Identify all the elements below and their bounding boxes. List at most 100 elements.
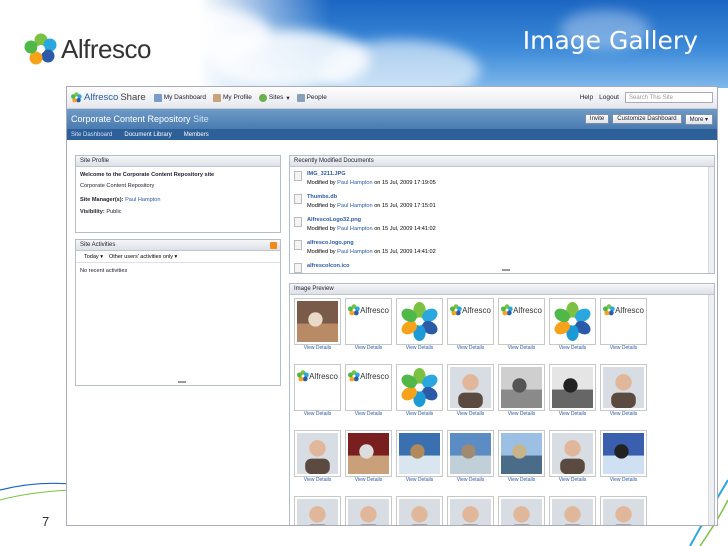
- document-name-link[interactable]: AlfrescoLogo32.png: [307, 216, 436, 225]
- image-thumbnail[interactable]: View Details: [498, 364, 545, 417]
- alfresco-flower-icon: [450, 304, 462, 316]
- scrollbar[interactable]: [708, 295, 714, 525]
- view-details-link[interactable]: View Details: [447, 345, 494, 352]
- view-details-link[interactable]: View Details: [447, 477, 494, 484]
- image-thumbnail[interactable]: View Details: [345, 430, 392, 483]
- chevron-down-icon: ▾: [100, 253, 103, 260]
- scrollbar[interactable]: [708, 167, 714, 273]
- site-title-bar: Corporate Content Repository Site Invite…: [67, 109, 717, 129]
- view-details-link[interactable]: View Details: [549, 477, 596, 484]
- view-details-link[interactable]: View Details: [447, 411, 494, 418]
- view-details-link[interactable]: View Details: [345, 411, 392, 418]
- resize-grip-icon[interactable]: [502, 269, 510, 271]
- view-details-link[interactable]: View Details: [549, 345, 596, 352]
- image-thumbnail[interactable]: View Details: [498, 430, 545, 483]
- tab-members[interactable]: Members: [184, 132, 209, 138]
- more-button[interactable]: More ▾: [684, 113, 713, 125]
- view-details-link[interactable]: View Details: [600, 411, 647, 418]
- image-thumbnail[interactable]: [345, 496, 392, 525]
- document-icon: [294, 194, 302, 204]
- image-thumbnail[interactable]: Alfresco View Details: [345, 364, 392, 417]
- document-icon: [294, 263, 302, 273]
- tab-document-library[interactable]: Document Library: [124, 132, 171, 138]
- image-thumbnail[interactable]: [549, 496, 596, 525]
- list-item[interactable]: AlfrescoLogo32.png Modified by Paul Hampt…: [290, 213, 714, 236]
- filter-other-users[interactable]: Other users' activities only ▾: [109, 254, 177, 260]
- view-details-link[interactable]: View Details: [345, 345, 392, 352]
- list-item[interactable]: alfresco.logo.png Modified by Paul Hampto…: [290, 236, 714, 259]
- image-thumbnail[interactable]: [294, 496, 341, 525]
- modified-by-label: Modified by: [307, 180, 336, 186]
- customize-dashboard-button[interactable]: Customize Dashboard: [612, 114, 682, 124]
- view-details-link[interactable]: View Details: [498, 345, 545, 352]
- image-thumbnail[interactable]: Alfresco View Details: [294, 364, 341, 417]
- image-thumbnail[interactable]: View Details: [396, 430, 443, 483]
- nav-sites[interactable]: Sites ▾: [258, 93, 290, 102]
- site-description: Corporate Content Repository: [80, 183, 155, 189]
- image-thumbnail[interactable]: View Details: [294, 430, 341, 483]
- image-thumbnail[interactable]: View Details: [549, 364, 596, 417]
- rss-icon[interactable]: [270, 242, 277, 249]
- view-details-link[interactable]: View Details: [498, 477, 545, 484]
- modifier-link[interactable]: Paul Hampton: [337, 180, 372, 186]
- document-name-link[interactable]: IMG_3211.JPG: [307, 170, 436, 179]
- view-details-link[interactable]: View Details: [345, 477, 392, 484]
- view-details-link[interactable]: View Details: [396, 477, 443, 484]
- search-input[interactable]: Search This Site: [625, 92, 713, 103]
- image-thumbnail[interactable]: View Details: [549, 430, 596, 483]
- image-thumbnail[interactable]: View Details: [447, 364, 494, 417]
- tab-site-dashboard[interactable]: Site Dashboard: [71, 132, 112, 138]
- photo-thumbnail: [297, 433, 338, 474]
- image-thumbnail[interactable]: View Details: [447, 430, 494, 483]
- modifier-link[interactable]: Paul Hampton: [337, 226, 372, 232]
- filter-today[interactable]: Today ▾: [84, 254, 103, 260]
- logout-link[interactable]: Logout: [599, 94, 619, 101]
- invite-button[interactable]: Invite: [584, 114, 610, 124]
- nav-my-profile[interactable]: My Profile: [212, 93, 252, 102]
- image-thumbnail[interactable]: View Details: [396, 364, 443, 417]
- document-name-link[interactable]: alfresco.logo.png: [307, 239, 436, 248]
- view-details-link[interactable]: View Details: [396, 411, 443, 418]
- list-item[interactable]: IMG_3211.JPG Modified by Paul Hampton on …: [290, 167, 714, 190]
- image-thumbnail[interactable]: [396, 496, 443, 525]
- recent-docs-panel: Recently Modified Documents IMG_3211.JPG…: [289, 155, 715, 274]
- image-thumbnail[interactable]: View Details: [294, 298, 341, 351]
- view-details-link[interactable]: View Details: [294, 411, 341, 418]
- view-details-link[interactable]: View Details: [498, 411, 545, 418]
- image-thumbnail[interactable]: View Details: [396, 298, 443, 351]
- view-details-link[interactable]: View Details: [294, 345, 341, 352]
- view-details-link[interactable]: View Details: [600, 345, 647, 352]
- share-logo[interactable]: Alfresco Share: [71, 92, 146, 103]
- document-name-link[interactable]: alfrescoIcon.ico: [307, 262, 350, 271]
- resize-grip-icon[interactable]: [178, 381, 186, 383]
- modifier-link[interactable]: Paul Hampton: [337, 249, 372, 255]
- image-thumbnail[interactable]: Alfresco View Details: [345, 298, 392, 351]
- image-thumbnail[interactable]: Alfresco View Details: [600, 298, 647, 351]
- view-details-link[interactable]: View Details: [294, 477, 341, 484]
- image-thumbnail[interactable]: [498, 496, 545, 525]
- image-thumbnail[interactable]: [600, 496, 647, 525]
- site-activities-panel: Site Activities Today ▾ Other users' act…: [75, 239, 281, 386]
- site-subnav: Site Dashboard Document Library Members: [67, 129, 717, 140]
- view-details-link[interactable]: View Details: [396, 345, 443, 352]
- list-item[interactable]: Thumbs.db Modified by Paul Hampton on 15 …: [290, 190, 714, 213]
- image-thumbnail[interactable]: View Details: [600, 364, 647, 417]
- image-thumbnail[interactable]: Alfresco View Details: [498, 298, 545, 351]
- image-thumbnail[interactable]: View Details: [600, 430, 647, 483]
- site-manager-link[interactable]: Paul Hampton: [125, 197, 160, 203]
- view-details-link[interactable]: View Details: [600, 477, 647, 484]
- image-thumbnail[interactable]: View Details: [549, 298, 596, 351]
- alfresco-logo-thumb: Alfresco: [297, 367, 338, 383]
- chevron-down-icon[interactable]: ▾: [286, 94, 289, 102]
- image-thumbnail[interactable]: Alfresco View Details: [447, 298, 494, 351]
- help-link[interactable]: Help: [580, 94, 593, 101]
- document-name-link[interactable]: Thumbs.db: [307, 193, 436, 202]
- modified-by-label: Modified by: [307, 203, 336, 209]
- nav-people[interactable]: People: [296, 93, 327, 102]
- image-thumbnail[interactable]: [447, 496, 494, 525]
- photo-thumbnail: [399, 499, 440, 525]
- photo-thumbnail: [450, 433, 491, 474]
- view-details-link[interactable]: View Details: [549, 411, 596, 418]
- modifier-link[interactable]: Paul Hampton: [337, 203, 372, 209]
- nav-my-dashboard[interactable]: My Dashboard: [153, 93, 206, 102]
